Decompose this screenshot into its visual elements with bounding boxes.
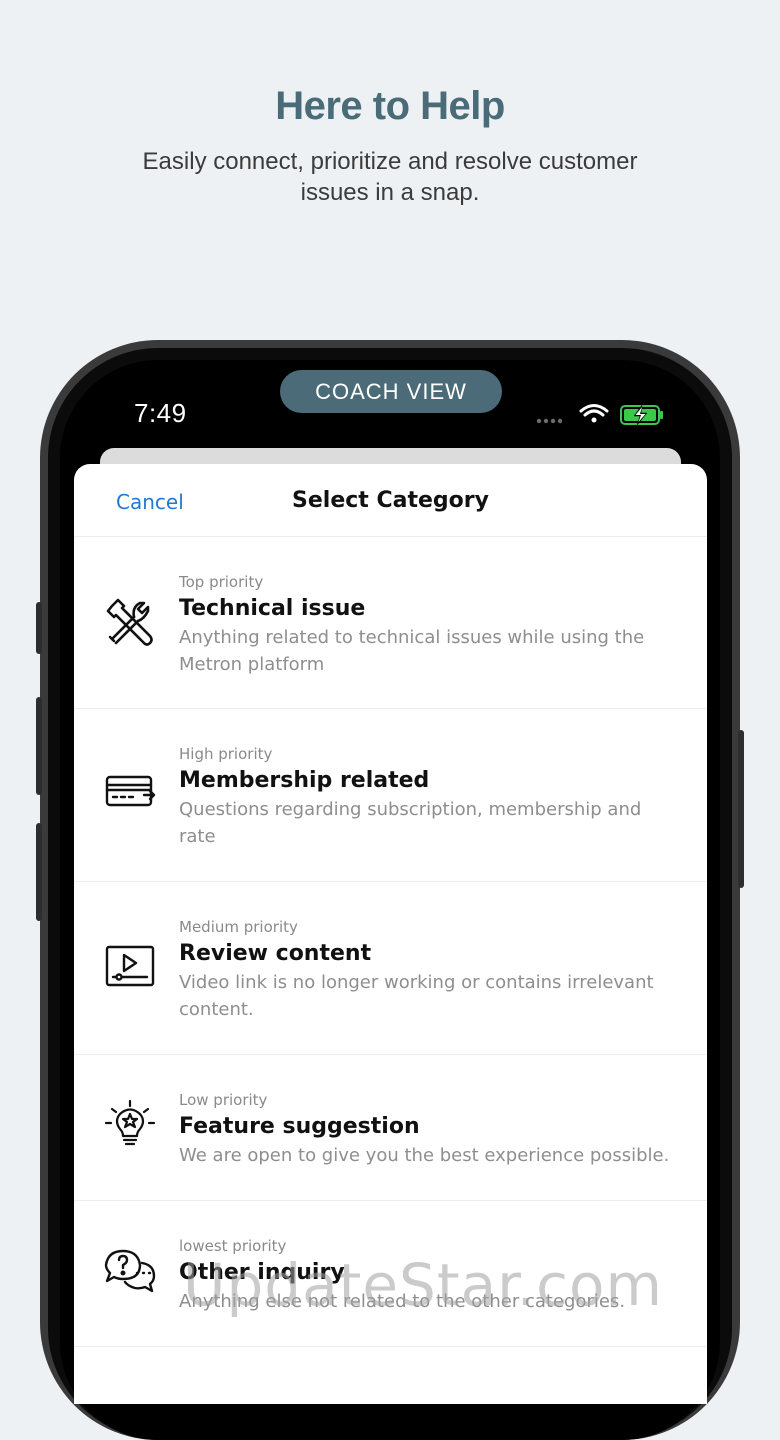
- cellular-signal-icon: [536, 418, 563, 424]
- category-priority: High priority: [179, 745, 273, 763]
- watermark: UpdateStar.com: [183, 1251, 663, 1319]
- status-icons: [536, 400, 666, 428]
- category-title: Membership related: [179, 768, 430, 793]
- sheet-header: Cancel Select Category: [74, 464, 707, 537]
- phone-button-power: [738, 730, 744, 888]
- category-row-feature-suggestion[interactable]: Low priority Feature suggestion We are o…: [74, 1055, 707, 1201]
- category-description: We are open to give you the best experie…: [179, 1145, 670, 1166]
- video-player-icon: [104, 944, 156, 996]
- category-description: Video link is no longer working or conta…: [179, 972, 654, 1020]
- coach-view-pill[interactable]: COACH VIEW: [280, 370, 502, 413]
- phone-button-volume-up: [36, 697, 42, 795]
- category-title: Review content: [179, 941, 372, 966]
- promo-headline: Here to Help: [275, 84, 505, 128]
- category-description: Anything related to technical issues whi…: [179, 627, 645, 675]
- lightbulb-icon: [104, 1099, 156, 1151]
- credit-card-icon: [104, 771, 156, 823]
- phone-button-volume-down: [36, 823, 42, 921]
- status-time: 7:49: [134, 398, 187, 428]
- phone-button-mute: [36, 602, 42, 654]
- tools-icon: [104, 595, 156, 647]
- category-title: Feature suggestion: [179, 1114, 420, 1139]
- sheet-title: Select Category: [292, 488, 489, 513]
- category-priority: Medium priority: [179, 918, 298, 936]
- promo-subline: Easily connect, prioritize and resolve c…: [142, 148, 638, 206]
- category-row-technical-issue[interactable]: Top priority Technical issue Anything re…: [74, 537, 707, 709]
- wifi-icon: [579, 404, 609, 423]
- category-row-review-content[interactable]: Medium priority Review content Video lin…: [74, 882, 707, 1055]
- battery-charging-icon: [620, 404, 663, 426]
- category-title: Technical issue: [179, 596, 366, 621]
- category-row-membership-related[interactable]: High priority Membership related Questio…: [74, 709, 707, 882]
- category-priority: Top priority: [179, 573, 264, 591]
- chat-question-icon: [104, 1249, 156, 1301]
- category-description: Questions regarding subscription, member…: [179, 799, 642, 847]
- category-priority: Low priority: [179, 1091, 268, 1109]
